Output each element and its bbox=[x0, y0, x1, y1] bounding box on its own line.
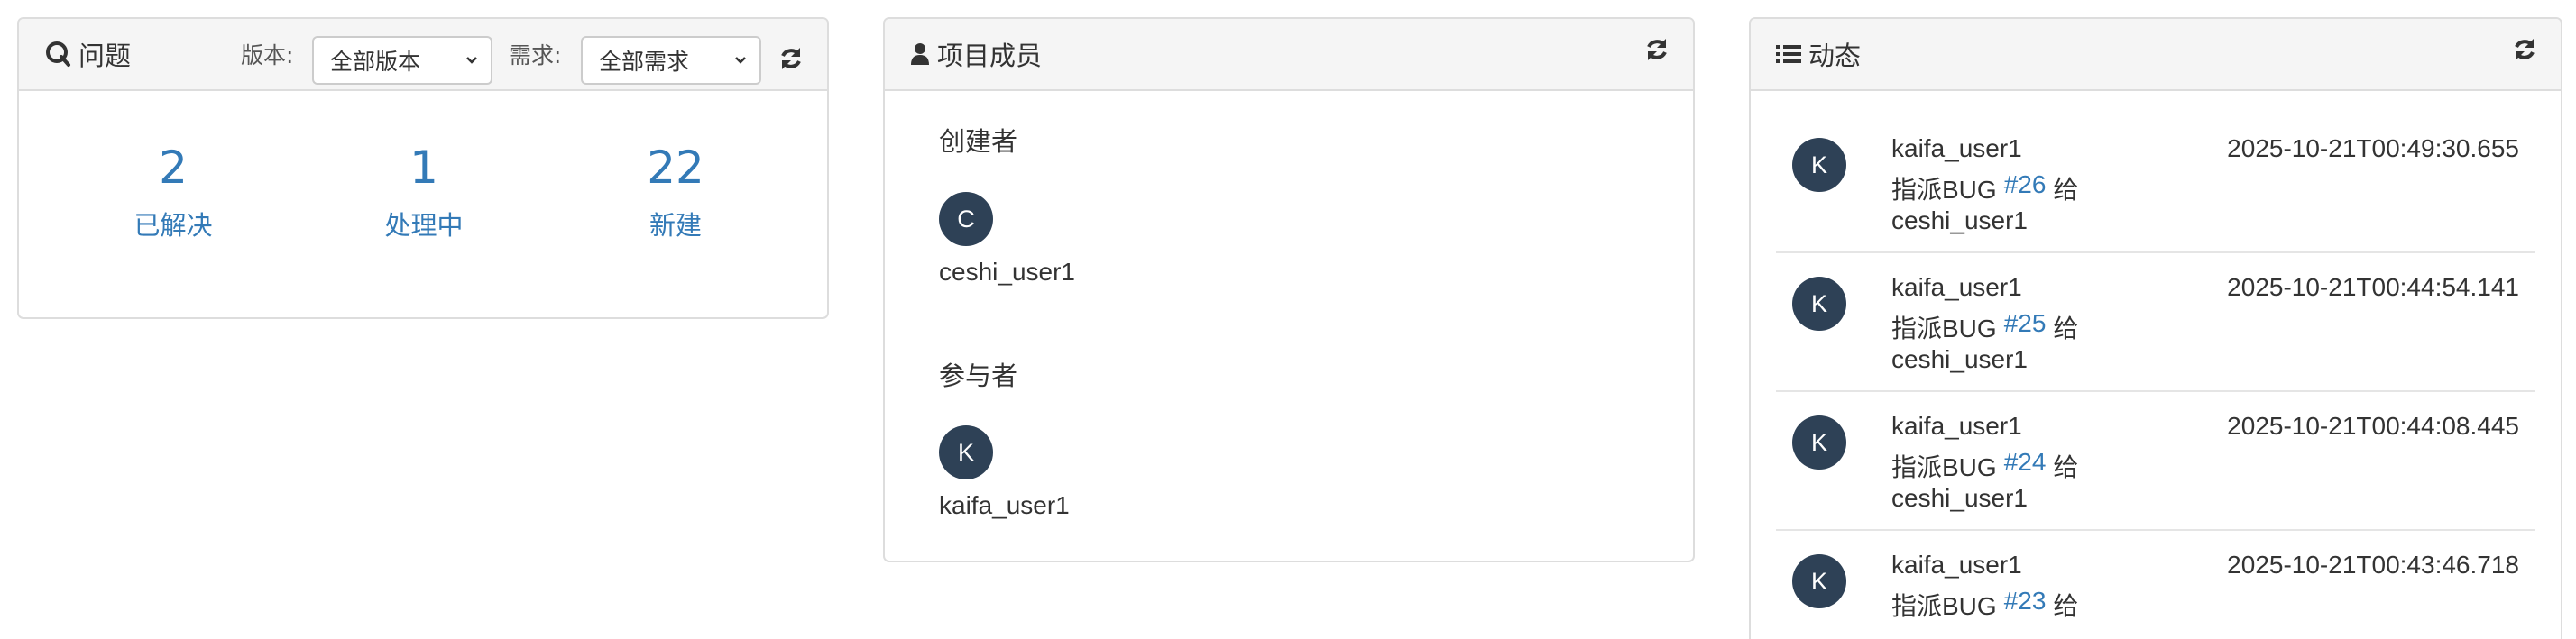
activity-panel-heading: 动态 bbox=[1751, 19, 2561, 91]
stat-new-label: 新建 bbox=[649, 210, 702, 241]
avatar[interactable]: K bbox=[1792, 138, 1846, 192]
issues-refresh-button[interactable] bbox=[775, 44, 807, 77]
issues-panel-title: 问题 bbox=[44, 19, 131, 89]
issues-panel-title-text: 问题 bbox=[78, 41, 132, 71]
activity-user: kaifa_user1 bbox=[1891, 134, 2022, 162]
list-icon bbox=[1776, 43, 1801, 65]
activity-target: ceshi_user1 bbox=[1891, 206, 2028, 234]
stat-resolved[interactable]: 2 已解决 bbox=[83, 145, 263, 242]
refresh-icon bbox=[2512, 37, 2537, 66]
requirement-select-value: 全部需求 bbox=[599, 49, 690, 75]
activity-target: ceshi_user1 bbox=[1891, 484, 2028, 512]
avatar-initial: K bbox=[957, 438, 974, 466]
list-item: K kaifa_user1 2025-10-21T00:44:08.445 指派… bbox=[1776, 392, 2535, 531]
members-panel-heading: 项目成员 bbox=[885, 19, 1693, 91]
issues-panel: 问题 版本: 全部版本 需求: 全部需求 2 已解决 1 处理中 22 新建 bbox=[17, 17, 829, 319]
activity-time: 2025-10-21T00:44:54.141 bbox=[2227, 273, 2519, 301]
chevron-down-icon bbox=[734, 56, 747, 65]
activity-action-text: 指派BUG bbox=[1891, 453, 1997, 481]
chevron-down-icon bbox=[465, 56, 478, 65]
issue-link[interactable]: #25 bbox=[2004, 309, 2047, 345]
activity-user: kaifa_user1 bbox=[1891, 273, 2022, 301]
activity-action-text: 指派BUG bbox=[1891, 592, 1997, 620]
avatar-initial: K bbox=[1810, 151, 1827, 178]
activity-panel-title-text: 动态 bbox=[1808, 41, 1862, 71]
version-select-value: 全部版本 bbox=[330, 49, 421, 75]
activity-refresh-button[interactable] bbox=[2508, 35, 2541, 68]
activity-user: kaifa_user1 bbox=[1891, 412, 2022, 440]
version-filter-label: 版本: bbox=[241, 42, 294, 68]
activity-action-suffix: 给 bbox=[2053, 592, 2079, 620]
activity-time: 2025-10-21T00:43:46.718 bbox=[2227, 551, 2519, 579]
creator-name: ceshi_user1 bbox=[939, 258, 1075, 286]
issues-panel-heading: 问题 版本: 全部版本 需求: 全部需求 bbox=[19, 19, 827, 91]
activity-action: 指派BUG #26 给 bbox=[1891, 170, 2078, 206]
activity-time: 2025-10-21T00:49:30.655 bbox=[2227, 134, 2519, 162]
avatar-initial: K bbox=[1810, 428, 1827, 456]
activity-user: kaifa_user1 bbox=[1891, 551, 2022, 579]
activity-action: 指派BUG #25 给 bbox=[1891, 309, 2078, 345]
activity-action-suffix: 给 bbox=[2053, 176, 2079, 204]
activity-action-suffix: 给 bbox=[2053, 315, 2079, 342]
participant-label: 参与者 bbox=[939, 361, 1018, 391]
stat-in-progress[interactable]: 1 处理中 bbox=[334, 145, 514, 242]
members-refresh-button[interactable] bbox=[1641, 35, 1673, 68]
avatar-initial: C bbox=[957, 205, 975, 233]
activity-action-suffix: 给 bbox=[2053, 453, 2079, 481]
activity-action: 指派BUG #23 给 bbox=[1891, 587, 2078, 623]
stat-in-progress-value: 1 bbox=[409, 141, 438, 194]
qq-icon bbox=[44, 41, 71, 68]
stat-in-progress-label: 处理中 bbox=[384, 210, 464, 241]
avatar[interactable]: K bbox=[1792, 554, 1846, 608]
refresh-icon bbox=[1644, 37, 1670, 66]
activity-target: ceshi_user1 bbox=[1891, 345, 2028, 373]
refresh-icon bbox=[778, 46, 804, 75]
list-item: K kaifa_user1 2025-10-21T00:43:46.718 指派… bbox=[1776, 531, 2535, 639]
avatar-initial: K bbox=[1810, 289, 1827, 317]
activity-action-text: 指派BUG bbox=[1891, 176, 1997, 204]
requirement-select[interactable]: 全部需求 bbox=[581, 36, 761, 85]
issue-link[interactable]: #24 bbox=[2004, 448, 2047, 484]
activity-time: 2025-10-21T00:44:08.445 bbox=[2227, 412, 2519, 440]
version-select[interactable]: 全部版本 bbox=[312, 36, 492, 85]
avatar[interactable]: C bbox=[939, 192, 993, 246]
avatar-initial: K bbox=[1810, 567, 1827, 595]
creator-label: 创建者 bbox=[939, 126, 1018, 157]
requirement-filter-label: 需求: bbox=[509, 42, 562, 68]
activity-panel: 动态 K kaifa_user1 2025-10-21T00:49:30.655… bbox=[1749, 17, 2562, 639]
activity-action: 指派BUG #24 给 bbox=[1891, 448, 2078, 484]
avatar[interactable]: K bbox=[939, 425, 993, 479]
user-icon bbox=[910, 42, 930, 66]
avatar[interactable]: K bbox=[1792, 277, 1846, 331]
list-item: K kaifa_user1 2025-10-21T00:44:54.141 指派… bbox=[1776, 253, 2535, 392]
members-panel-title: 项目成员 bbox=[910, 19, 1042, 89]
stat-resolved-label: 已解决 bbox=[133, 210, 213, 241]
members-panel: 项目成员 创建者 C ceshi_user1 参与者 K kaifa_user1 bbox=[883, 17, 1695, 562]
issue-link[interactable]: #26 bbox=[2004, 170, 2047, 206]
stat-new[interactable]: 22 新建 bbox=[585, 145, 766, 242]
activity-panel-title: 动态 bbox=[1776, 19, 1861, 89]
members-panel-title-text: 项目成员 bbox=[937, 41, 1043, 71]
list-item: K kaifa_user1 2025-10-21T00:49:30.655 指派… bbox=[1776, 114, 2535, 253]
stat-resolved-value: 2 bbox=[159, 141, 188, 194]
participant-name: kaifa_user1 bbox=[939, 491, 1070, 519]
activity-action-text: 指派BUG bbox=[1891, 315, 1997, 342]
issue-link[interactable]: #23 bbox=[2004, 587, 2047, 623]
avatar[interactable]: K bbox=[1792, 415, 1846, 470]
stat-new-value: 22 bbox=[647, 141, 704, 194]
